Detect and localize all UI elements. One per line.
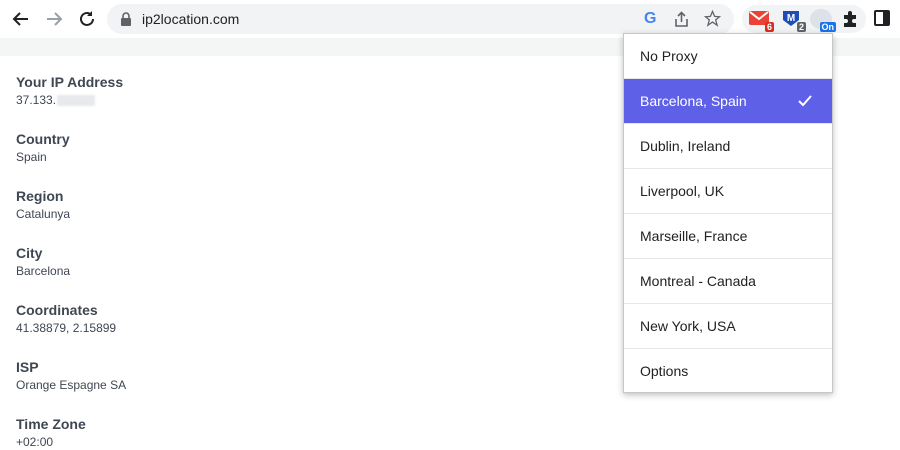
ip-info-list: Your IP Address 37.133. Country Spain Re… (16, 72, 126, 450)
region-label: Region (16, 188, 64, 204)
menu-item-marseille-france[interactable]: Marseille, France (624, 214, 832, 259)
menu-item-label: Liverpool, UK (640, 183, 725, 199)
city-field: City Barcelona (16, 243, 126, 279)
isp-label: ISP (16, 359, 39, 375)
forward-arrow-icon (47, 12, 63, 26)
gmail-extension-button[interactable]: 6 (748, 9, 774, 32)
m-extension-button[interactable]: M 2 (780, 9, 806, 32)
coordinates-label: Coordinates (16, 302, 98, 318)
checkmark-icon (798, 95, 812, 107)
forward-button[interactable] (42, 7, 66, 31)
country-field: Country Spain (16, 129, 126, 165)
menu-item-label: Dublin, Ireland (640, 138, 731, 154)
menu-item-no-proxy[interactable]: No Proxy (624, 34, 832, 79)
time-zone-label: Time Zone (16, 416, 86, 432)
menu-item-label: Barcelona, Spain (640, 93, 747, 109)
url-text[interactable]: ip2location.com (142, 11, 239, 27)
menu-item-label: Marseille, France (640, 228, 748, 244)
coordinates-value: 41.38879, 2.15899 (16, 321, 117, 335)
city-label: City (16, 245, 43, 261)
menu-item-label: Options (640, 363, 689, 379)
ip-address-label: Your IP Address (16, 74, 124, 90)
ip-address-field: Your IP Address 37.133. (16, 72, 126, 108)
menu-item-liverpool-uk[interactable]: Liverpool, UK (624, 169, 832, 214)
country-value: Spain (16, 150, 47, 164)
isp-field: ISP Orange Espagne SA (16, 357, 126, 393)
menu-item-options[interactable]: Options (624, 349, 832, 394)
back-arrow-icon (12, 12, 28, 26)
share-icon[interactable] (673, 11, 690, 28)
menu-item-montreal-canada[interactable]: Montreal - Canada (624, 259, 832, 304)
city-value: Barcelona (16, 264, 71, 278)
back-button[interactable] (9, 7, 33, 31)
coordinates-field: Coordinates 41.38879, 2.15899 (16, 300, 126, 336)
menu-item-barcelona-spain[interactable]: Barcelona, Spain (624, 79, 832, 124)
menu-item-label: Montreal - Canada (640, 273, 756, 289)
menu-item-label: New York, USA (640, 318, 736, 334)
menu-item-new-york-usa[interactable]: New York, USA (624, 304, 832, 349)
address-bar[interactable]: ip2location.com G (107, 4, 734, 34)
region-field: Region Catalunya (16, 186, 126, 222)
svg-text:M: M (787, 13, 795, 24)
menu-item-label: No Proxy (640, 48, 698, 64)
m-extension-badge: 2 (796, 22, 806, 32)
menu-item-dublin-ireland[interactable]: Dublin, Ireland (624, 124, 832, 169)
reload-button[interactable] (75, 7, 99, 31)
reload-icon (80, 11, 94, 26)
time-zone-field: Time Zone +02:00 (16, 414, 126, 450)
extensions-group: 6 M 2 On (742, 5, 866, 33)
ip-address-row: 37.133. (16, 92, 126, 108)
puzzle-piece-icon (844, 11, 856, 27)
side-panel-icon[interactable] (874, 10, 890, 26)
proxy-location-menu: No Proxy Barcelona, Spain Dublin, Irelan… (623, 33, 833, 393)
extensions-menu-button[interactable] (840, 9, 862, 29)
bookmark-star-icon[interactable] (704, 10, 721, 27)
proxy-on-badge: On (819, 22, 836, 32)
lock-icon[interactable] (119, 12, 133, 26)
google-lens-icon[interactable]: G (644, 10, 656, 28)
region-value: Catalunya (16, 207, 71, 221)
gmail-badge: 6 (764, 22, 774, 32)
ip-address-value: 37.133. (16, 93, 57, 107)
time-zone-value: +02:00 (16, 435, 54, 449)
isp-value: Orange Espagne SA (16, 378, 127, 392)
country-label: Country (16, 131, 70, 147)
proxy-extension-button[interactable]: On (810, 9, 836, 32)
ip-address-blur-redaction (57, 95, 96, 107)
